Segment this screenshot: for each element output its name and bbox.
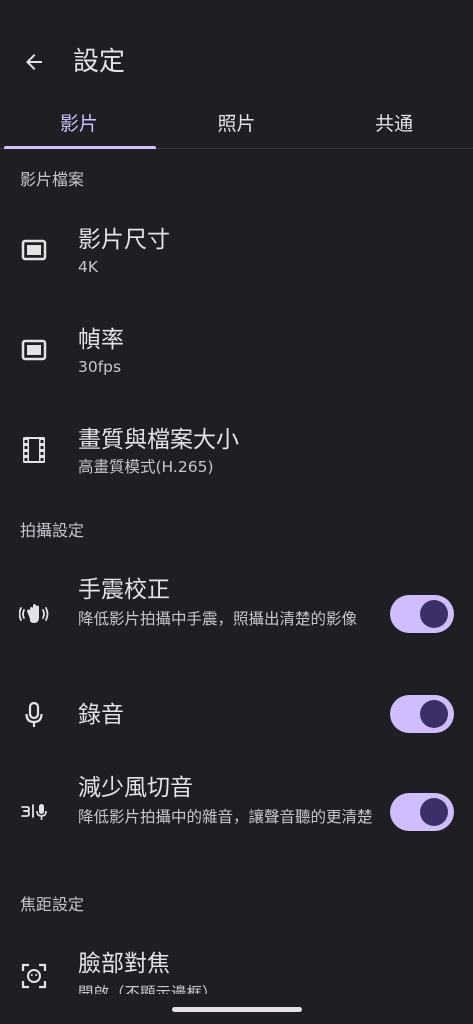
tab-common-label: 共通 [375,112,414,135]
wind-noise-toggle-thumb [420,798,448,826]
frame-rate-icon [18,334,50,366]
tab-photo-label: 照片 [217,112,256,135]
wind-noise-title: 減少風切音 [78,775,193,801]
section-header-capture: 拍攝設定 [20,521,85,540]
quality-title: 畫質與檔案大小 [78,427,239,453]
setting-quality[interactable]: 畫質與檔案大小 高畫質模式(H.265) [0,412,473,498]
gesture-navigation-bar[interactable] [172,1007,302,1012]
frame-rate-value: 30fps [78,358,122,376]
tab-indicator [4,146,156,149]
video-size-value: 4K [78,258,99,276]
tab-video[interactable]: 影片 [0,96,158,149]
stabilization-toggle-thumb [420,600,448,628]
stabilization-title: 手震校正 [78,577,170,603]
tab-photo[interactable]: 照片 [158,96,316,148]
audio-toggle[interactable] [390,695,454,733]
microphone-icon [18,699,50,731]
audio-title: 錄音 [78,702,124,728]
page-title: 設定 [73,47,126,77]
back-button[interactable] [14,42,54,82]
wind-noise-toggle[interactable] [390,793,454,831]
setting-audio[interactable]: 錄音 [0,684,473,746]
tab-bar: 影片 照片 共通 [0,96,473,149]
setting-video-size[interactable]: 影片尺寸 4K [0,212,473,298]
section-header-video-file: 影片檔案 [20,170,85,189]
frame-rate-title: 幀率 [78,327,124,353]
wind-noise-icon [18,796,50,828]
setting-stabilization[interactable]: 手震校正 降低影片拍攝中手震，照攝出清楚的影像 [0,562,473,672]
setting-frame-rate[interactable]: 幀率 30fps [0,312,473,398]
setting-wind-noise[interactable]: 減少風切音 降低影片拍攝中的雜音，讓聲音聽的更清楚 [0,760,473,872]
face-focus-title: 臉部對焦 [78,951,170,977]
arrow-back-icon [26,54,42,70]
audio-toggle-thumb [420,700,448,728]
hand-shake-icon [18,598,50,630]
tab-video-label: 影片 [59,112,98,135]
video-size-icon [18,234,50,266]
wind-noise-desc: 降低影片拍攝中的雜音，讓聲音聽的更清楚 [78,808,373,826]
face-focus-icon [18,960,50,992]
stabilization-desc: 降低影片拍攝中手震，照攝出清楚的影像 [78,610,358,628]
stabilization-toggle[interactable] [390,595,454,633]
quality-value: 高畫質模式(H.265) [78,458,214,476]
video-size-title: 影片尺寸 [78,227,170,253]
tab-common[interactable]: 共通 [315,96,473,148]
section-header-focus: 焦距設定 [20,895,85,914]
film-strip-icon [18,434,50,466]
